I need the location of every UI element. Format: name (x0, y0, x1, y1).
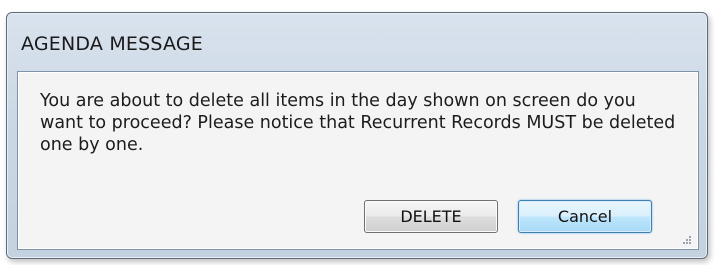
dialog-title: AGENDA MESSAGE (21, 33, 204, 55)
dialog-message: You are about to delete all items in the… (40, 91, 676, 155)
resize-grip-icon[interactable] (678, 233, 692, 247)
cancel-button[interactable]: Cancel (518, 200, 652, 233)
delete-button[interactable]: DELETE (364, 200, 498, 233)
